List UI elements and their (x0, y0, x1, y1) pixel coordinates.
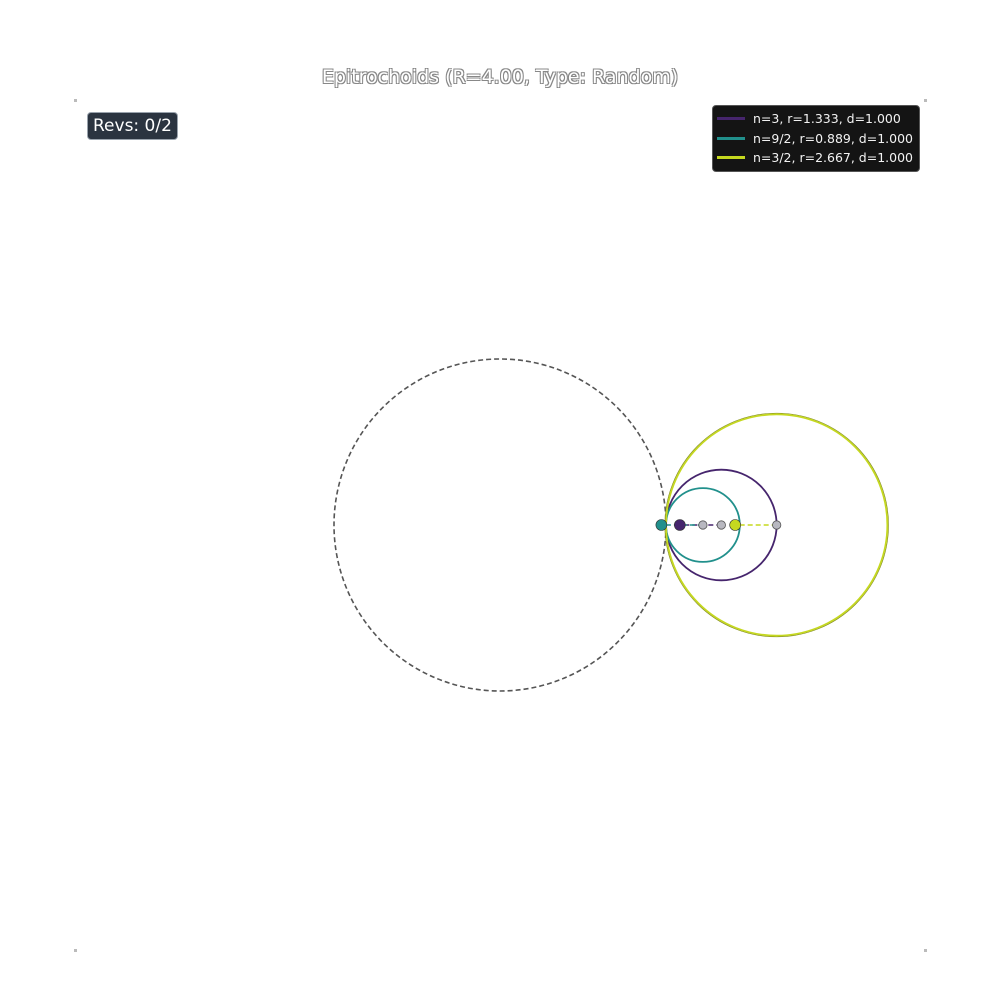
axis-corner-tl (74, 99, 77, 102)
chart-title: Epitrochoids (R=4.00, Type: Random) (321, 66, 679, 88)
legend-item-3: n=3/2, r=2.667, d=1.000 (717, 148, 913, 168)
pen-point-3 (729, 519, 741, 531)
rolling-center-2 (698, 520, 708, 530)
rolling-center-1 (716, 520, 726, 530)
dots-layer (655, 519, 782, 531)
revolutions-counter: Revs: 0/2 (87, 112, 178, 140)
pen-point-2 (655, 519, 668, 531)
legend-label-1: n=3, r=1.333, d=1.000 (753, 111, 901, 127)
rolling-center-3 (772, 520, 782, 530)
legend-label-2: n=9/2, r=0.889, d=1.000 (753, 130, 913, 146)
axis-corner-br (924, 949, 927, 952)
legend-swatch-1 (717, 117, 745, 121)
legend-item-2: n=9/2, r=0.889, d=1.000 (717, 129, 913, 149)
circles-layer (333, 358, 889, 692)
legend-swatch-3 (717, 156, 745, 160)
legend-swatch-2 (717, 136, 745, 140)
legend: n=3, r=1.333, d=1.000 n=9/2, r=0.889, d=… (712, 105, 920, 172)
pen-point-1 (674, 519, 686, 531)
legend-item-1: n=3, r=1.333, d=1.000 (717, 109, 913, 129)
axis-corner-bl (74, 949, 77, 952)
fixed-circle (333, 358, 667, 692)
axis-corner-tr (924, 99, 927, 102)
legend-label-3: n=3/2, r=2.667, d=1.000 (753, 150, 913, 166)
